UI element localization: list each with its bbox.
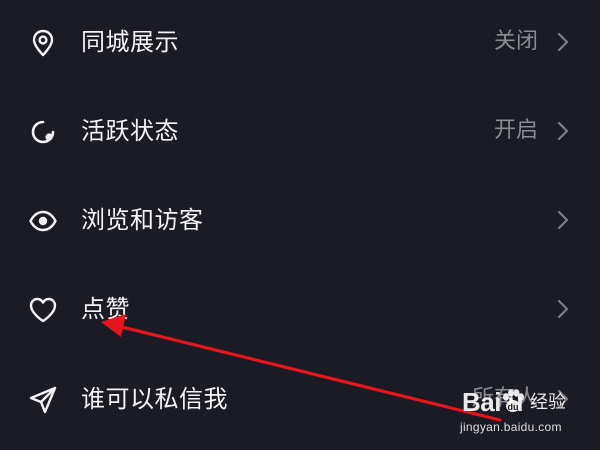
chevron-right-icon <box>556 209 570 231</box>
chevron-right-icon <box>556 120 570 142</box>
setting-value: 关闭 <box>493 29 538 54</box>
setting-label: 活跃状态 <box>81 117 179 145</box>
setting-label: 浏览和访客 <box>81 206 204 234</box>
setting-row-likes[interactable]: 点赞 <box>0 264 600 354</box>
active-status-icon <box>28 117 58 147</box>
setting-row-views-and-visitors[interactable]: 浏览和访客 <box>0 175 600 265</box>
baidu-jingyan-watermark: Bai u du 经验 jingyan.baidu.com <box>458 384 598 444</box>
svg-text:du: du <box>508 402 519 412</box>
setting-label: 同城展示 <box>81 28 179 56</box>
eye-icon <box>28 206 58 236</box>
setting-label: 点赞 <box>81 295 130 323</box>
heart-icon <box>28 295 58 325</box>
send-icon <box>28 385 58 415</box>
setting-value: 开启 <box>493 118 538 143</box>
chevron-right-icon <box>556 298 570 320</box>
privacy-settings-list: 同城展示 关闭 活跃状态 开启 浏览和访客 点赞 谁可以私信我 <box>0 0 600 450</box>
setting-row-active-status[interactable]: 活跃状态 开启 <box>0 86 600 176</box>
setting-label: 谁可以私信我 <box>81 385 228 413</box>
location-pin-icon <box>28 28 58 58</box>
watermark-text: 经验 <box>530 392 566 413</box>
chevron-right-icon <box>556 31 570 53</box>
watermark-url: jingyan.baidu.com <box>460 420 562 434</box>
setting-row-nearby-display[interactable]: 同城展示 关闭 <box>0 0 600 87</box>
baidu-paw-icon: du <box>498 386 528 416</box>
